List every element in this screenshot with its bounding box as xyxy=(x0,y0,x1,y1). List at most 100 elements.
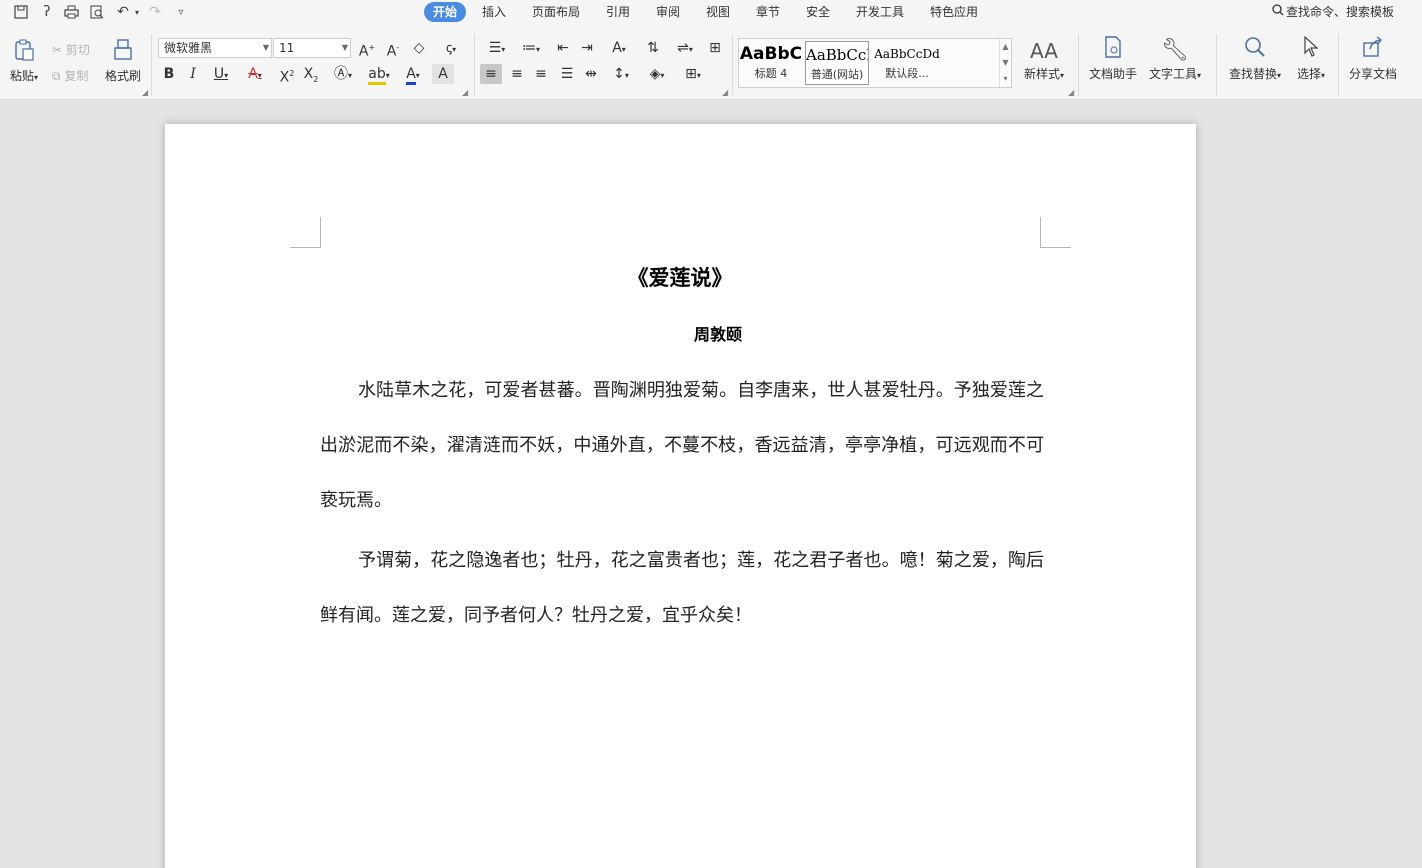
align-center-icon[interactable]: ≡ xyxy=(506,64,528,84)
paragraph-group-launcher[interactable]: ◢ xyxy=(722,88,728,97)
superscript-icon[interactable]: X2 xyxy=(276,64,298,86)
divider xyxy=(1078,34,1079,96)
style-default-paragraph[interactable]: AaBbCcDd 默认段... xyxy=(871,41,943,85)
highlight-icon[interactable]: ab▾ xyxy=(364,64,394,85)
line-spacing-icon[interactable]: ⇌▾ xyxy=(670,38,700,58)
search-icon xyxy=(1226,36,1284,66)
customize-icon[interactable]: ▿ xyxy=(172,3,190,21)
format-painter-label: 格式刷 xyxy=(104,69,141,83)
tab-security[interactable]: 安全 xyxy=(802,2,834,22)
bold-icon[interactable]: B xyxy=(158,64,180,84)
command-search-label: 查找命令、搜索模板 xyxy=(1286,5,1395,19)
chevron-down-icon: ▾ xyxy=(1060,71,1065,80)
paragraph-spacing-icon[interactable]: ↕▾ xyxy=(606,64,636,84)
tab-chapter[interactable]: 章节 xyxy=(752,2,784,22)
tab-review[interactable]: 审阅 xyxy=(652,2,684,22)
print-icon[interactable] xyxy=(62,3,80,21)
chevron-up-icon[interactable]: ▲ xyxy=(1000,39,1011,55)
grow-font-icon[interactable]: A+ xyxy=(356,38,378,60)
new-style-button[interactable]: AA 新样式▾ xyxy=(1020,36,1068,98)
document-paragraph: 水陆草木之花，可爱者甚蕃。晋陶渊明独爱菊。自李唐来，世人甚爱牡丹。予独爱莲之出淤… xyxy=(320,380,1044,511)
document-page[interactable]: 《爱莲说》 周敦颐 水陆草木之花，可爱者甚蕃。晋陶渊明独爱菊。自李唐来，世人甚爱… xyxy=(165,124,1196,868)
tab-special-apps[interactable]: 特色应用 xyxy=(926,2,982,22)
justify-icon[interactable]: ☰ xyxy=(556,64,578,84)
cursor-icon xyxy=(1292,35,1330,66)
new-style-label: 新样式 xyxy=(1023,67,1060,81)
clear-format-icon[interactable]: ◇ xyxy=(408,38,430,58)
document-title: 《爱莲说》 xyxy=(627,266,733,290)
tab-home[interactable]: 开始 xyxy=(424,2,466,22)
share-doc-button[interactable]: 分享文档 xyxy=(1346,36,1400,98)
doc-assistant-label: 文档助手 xyxy=(1088,67,1137,81)
styles-group-launcher[interactable]: ◢ xyxy=(1068,88,1074,97)
tab-page-layout[interactable]: 页面布局 xyxy=(528,2,584,22)
chevron-down-icon: ▾ xyxy=(1197,71,1202,80)
distributed-icon[interactable]: ⇹ xyxy=(580,64,602,84)
expand-icon[interactable]: ▾ xyxy=(1000,71,1011,87)
numbered-list-icon[interactable]: ≔▾ xyxy=(516,38,546,58)
chevron-down-icon: ▾ xyxy=(1321,71,1326,80)
find-replace-label: 查找替换 xyxy=(1228,67,1277,81)
redo-icon[interactable]: ↷ xyxy=(146,3,164,21)
bullet-list-icon[interactable]: ☰▾ xyxy=(482,38,512,58)
command-search[interactable]: 查找命令、搜索模板 xyxy=(1272,2,1394,22)
align-left-icon[interactable]: ≡ xyxy=(480,64,502,84)
strikethrough-icon[interactable]: A▾ xyxy=(240,64,270,84)
table-grid-icon[interactable]: ⊞ xyxy=(704,38,726,58)
sort-icon[interactable]: ⇅ xyxy=(642,38,664,58)
format-painter-button[interactable]: 格式刷 xyxy=(104,38,142,100)
tab-view[interactable]: 视图 xyxy=(702,2,734,22)
print-preview-icon[interactable] xyxy=(88,3,106,21)
subscript-icon[interactable]: X2 xyxy=(300,64,322,84)
chevron-down-icon[interactable]: ▼ xyxy=(1000,55,1011,71)
text-effect-icon[interactable]: Ⓐ▾ xyxy=(328,64,358,84)
scissors-icon: ✂ xyxy=(52,43,63,57)
borders-icon[interactable]: ⊞▾ xyxy=(678,64,708,84)
divider xyxy=(151,34,152,96)
paste-button[interactable]: 粘贴▾ xyxy=(6,38,42,100)
italic-icon[interactable]: I xyxy=(182,64,204,84)
underline-icon[interactable]: U▾ xyxy=(206,64,236,84)
gallery-scroll[interactable]: ▲ ▼ ▾ xyxy=(999,39,1011,87)
text-direction-icon[interactable]: A▾ xyxy=(604,38,634,58)
shading-icon[interactable]: ◈▾ xyxy=(642,64,672,84)
style-name: 普通(网站) xyxy=(810,68,864,81)
style-name: 标题 4 xyxy=(754,67,788,80)
output-icon[interactable]: ʔ xyxy=(38,3,56,21)
text-tools-button[interactable]: 🔧︎ 文字工具▾ xyxy=(1146,36,1204,98)
save-icon[interactable] xyxy=(12,3,30,21)
find-replace-button[interactable]: 查找替换▾ xyxy=(1226,36,1284,98)
clipboard-group-launcher[interactable]: ◢ xyxy=(142,88,148,97)
char-shading-icon[interactable]: A xyxy=(432,64,454,84)
brush-icon xyxy=(104,38,142,68)
margin-corner-top-left xyxy=(290,217,321,248)
font-color-icon[interactable]: A▾ xyxy=(398,64,428,85)
align-right-icon[interactable]: ≡ xyxy=(530,64,552,84)
divider xyxy=(1216,34,1217,96)
style-normal-web[interactable]: AaBbCcI 普通(网站) xyxy=(805,41,869,85)
share-icon xyxy=(1346,36,1400,66)
select-button[interactable]: 选择▾ xyxy=(1292,35,1330,98)
phonetic-guide-icon[interactable]: ꞔ▾ xyxy=(436,38,466,58)
tab-developer[interactable]: 开发工具 xyxy=(852,2,908,22)
undo-dropdown-icon[interactable]: ▾ xyxy=(128,3,146,21)
font-size-select[interactable]: 11 ▼ xyxy=(273,38,351,58)
style-sample: AaBbCcI xyxy=(806,46,869,64)
shrink-font-icon[interactable]: A- xyxy=(382,38,404,60)
copy-icon: ⧉ xyxy=(52,69,61,83)
doc-assistant-button[interactable]: 文档助手 xyxy=(1088,36,1138,98)
divider xyxy=(474,34,475,96)
tab-references[interactable]: 引用 xyxy=(602,2,634,22)
style-sample: AaBbC xyxy=(739,44,803,64)
menu-bar: ʔ ↶ ▾ ↷ ▿ 开始 插入 页面布局 引用 审阅 视图 章节 安全 开发工具… xyxy=(0,0,1422,24)
decrease-indent-icon[interactable]: ⇤ xyxy=(552,38,574,58)
cut-button[interactable]: ✂ 剪切 xyxy=(52,41,90,59)
style-heading-4[interactable]: AaBbC 标题 4 xyxy=(739,41,803,85)
tab-insert[interactable]: 插入 xyxy=(478,2,510,22)
font-group-launcher[interactable]: ◢ xyxy=(462,88,468,97)
copy-button[interactable]: ⧉ 复制 xyxy=(52,67,88,85)
document-author: 周敦颐 xyxy=(693,325,742,344)
font-name-select[interactable]: 微软雅黑 ▼ xyxy=(158,38,272,58)
increase-indent-icon[interactable]: ⇥ xyxy=(576,38,598,58)
paste-dropdown-icon[interactable]: ▾ xyxy=(34,73,38,82)
